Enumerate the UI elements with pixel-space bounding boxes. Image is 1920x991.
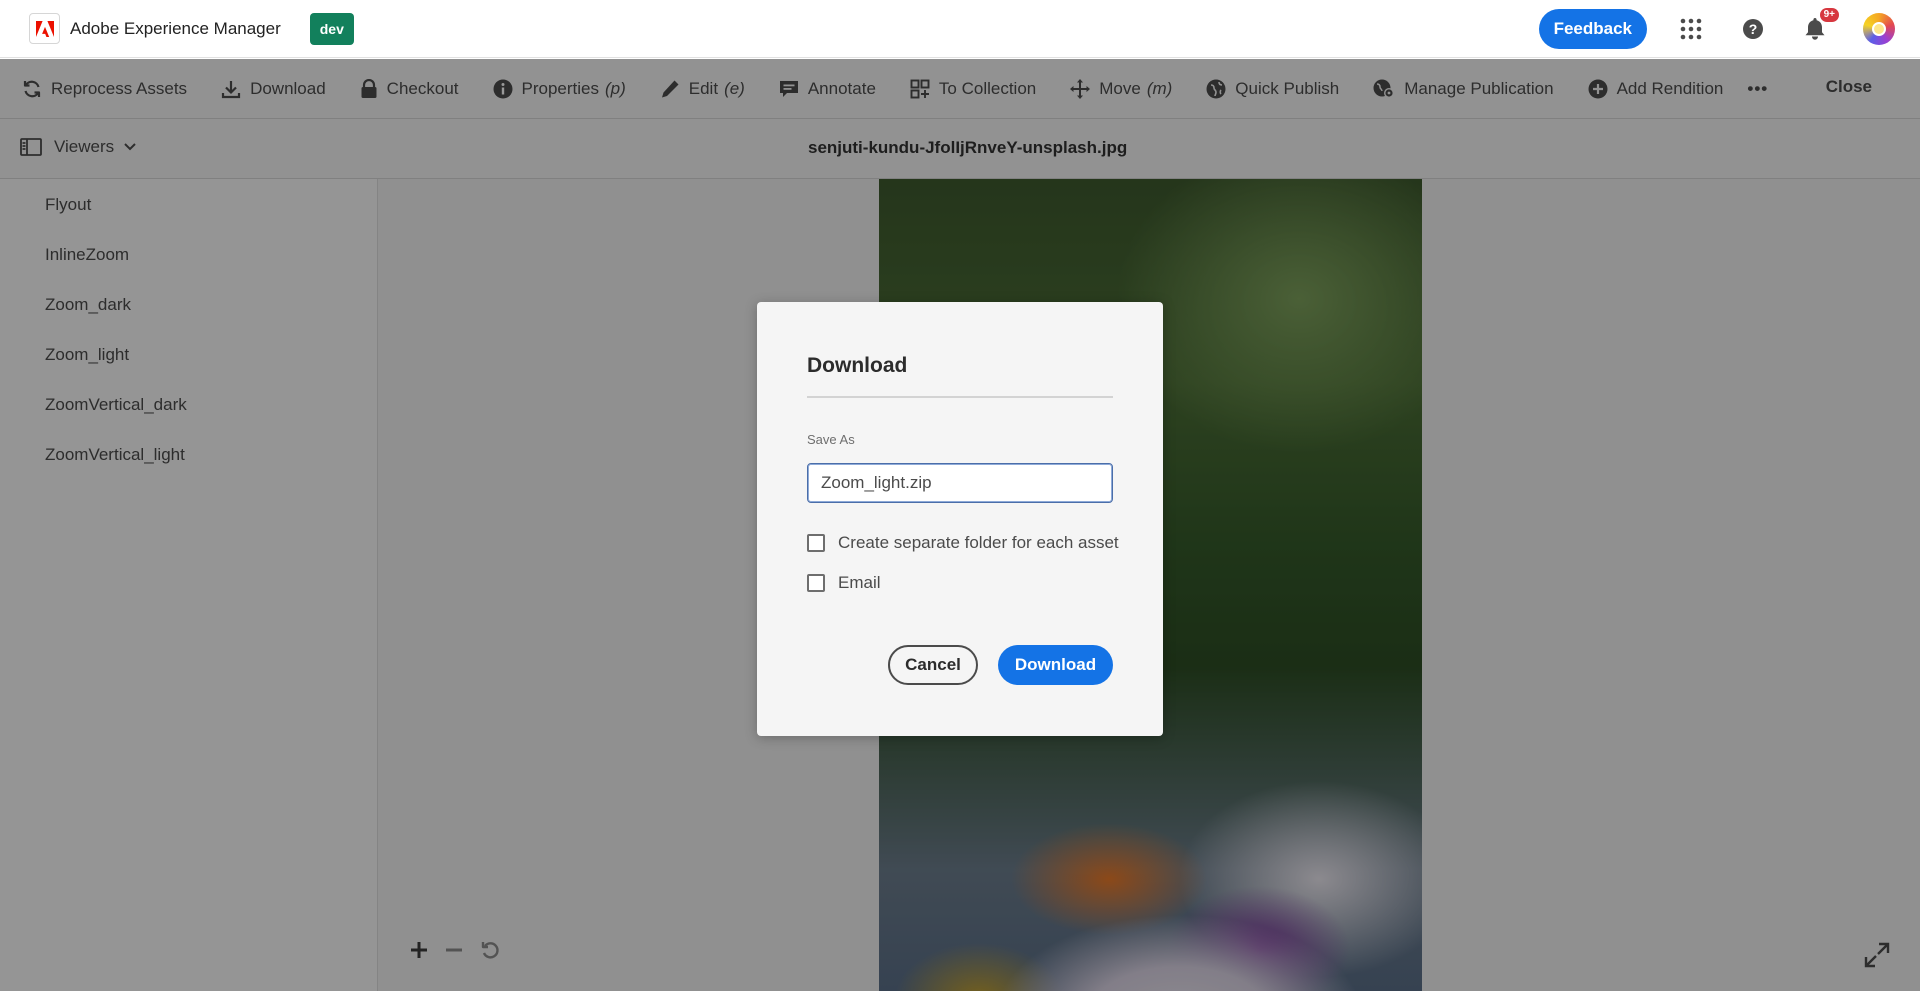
save-as-label: Save As bbox=[807, 432, 855, 447]
dialog-divider bbox=[807, 396, 1113, 398]
svg-text:?: ? bbox=[1749, 21, 1758, 37]
download-dialog: Download Save As Create separate folder … bbox=[757, 302, 1163, 736]
email-label: Email bbox=[838, 573, 881, 592]
adobe-logo-icon bbox=[29, 13, 60, 44]
download-confirm-button[interactable]: Download bbox=[998, 645, 1113, 685]
user-avatar[interactable] bbox=[1863, 13, 1895, 45]
separate-folder-label: Create separate folder for each asset bbox=[838, 533, 1119, 552]
apps-grid-icon[interactable] bbox=[1677, 15, 1705, 43]
header-actions: Feedback ? 9+ bbox=[1538, 0, 1920, 58]
brand[interactable]: Adobe Experience Manager bbox=[29, 13, 281, 44]
environment-badge: dev bbox=[309, 12, 354, 45]
cancel-button[interactable]: Cancel bbox=[888, 645, 978, 685]
email-checkbox[interactable] bbox=[807, 574, 825, 592]
dialog-title: Download bbox=[807, 354, 908, 377]
help-icon[interactable]: ? bbox=[1739, 15, 1767, 43]
separate-folder-checkbox[interactable] bbox=[807, 534, 825, 552]
save-as-input[interactable] bbox=[807, 463, 1113, 503]
global-header: Adobe Experience Manager dev Feedback ? … bbox=[0, 0, 1920, 58]
app-name: Adobe Experience Manager bbox=[70, 18, 281, 38]
separate-folder-option[interactable]: Create separate folder for each asset bbox=[807, 533, 1119, 553]
notifications-bell-icon[interactable]: 9+ bbox=[1801, 8, 1839, 43]
email-option[interactable]: Email bbox=[807, 573, 881, 593]
feedback-button[interactable]: Feedback bbox=[1538, 9, 1647, 49]
notification-count-badge: 9+ bbox=[1819, 8, 1839, 22]
